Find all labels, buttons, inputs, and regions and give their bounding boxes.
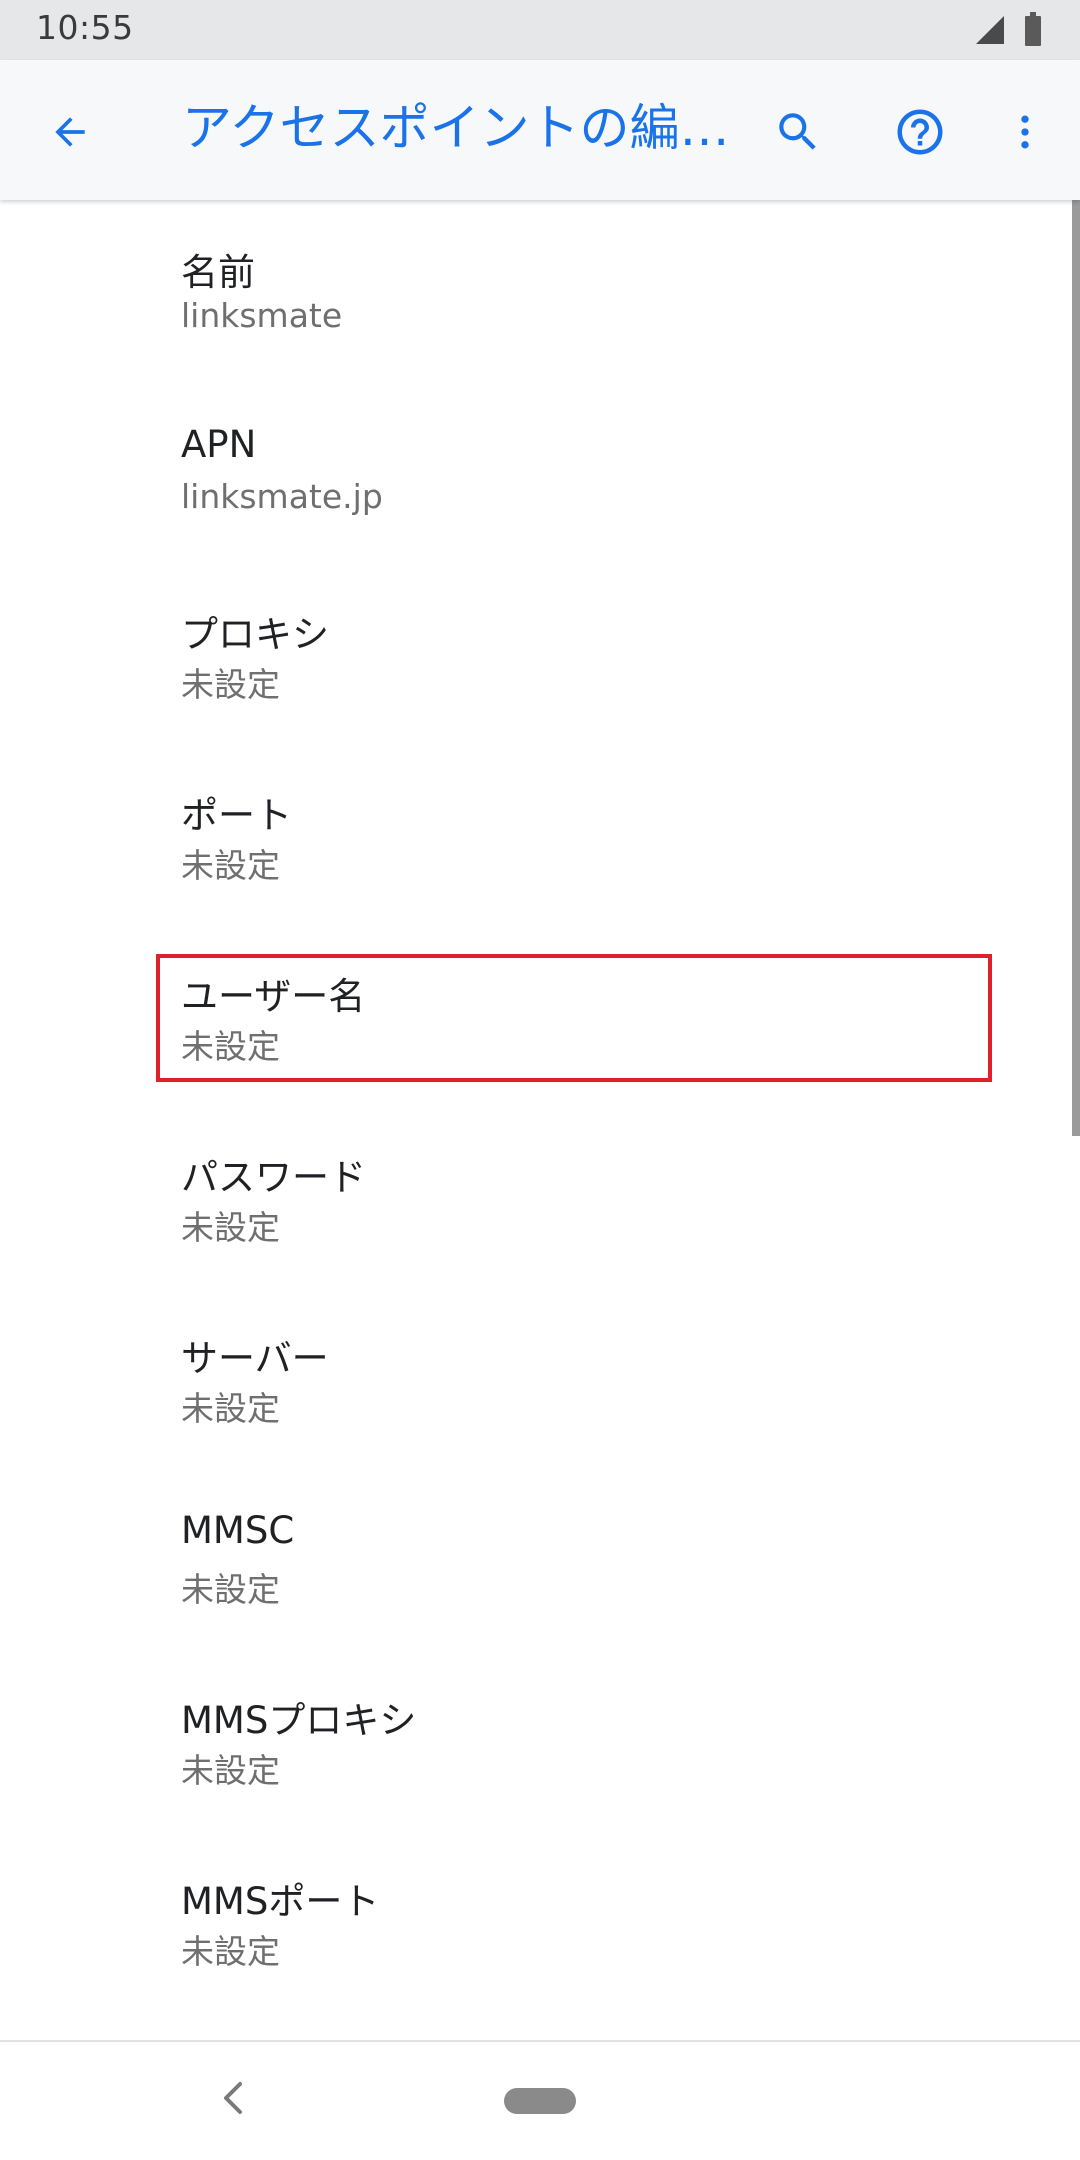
item-summary: linksmate.jp bbox=[181, 477, 383, 516]
list-item-mms-proxy[interactable]: MMSプロキシ 未設定 bbox=[0, 1648, 1072, 1829]
list-item-server[interactable]: サーバー 未設定 bbox=[0, 1286, 1072, 1467]
item-summary: 未設定 bbox=[181, 1932, 280, 1971]
list-item-apn[interactable]: APN linksmate.jp bbox=[0, 381, 1072, 562]
item-summary: 未設定 bbox=[181, 665, 280, 704]
back-button[interactable] bbox=[38, 100, 102, 164]
system-nav-bar bbox=[0, 2042, 1080, 2160]
list-item-name[interactable]: 名前 linksmate bbox=[0, 200, 1072, 381]
apn-edit-screen: 10:55 アクセスポイントの編… 名前 linksmate APN links… bbox=[0, 0, 1080, 2160]
cellular-signal-icon bbox=[976, 16, 1004, 44]
nav-back-icon[interactable] bbox=[218, 2078, 248, 2118]
item-summary: 未設定 bbox=[181, 1208, 280, 1247]
item-title: APN bbox=[181, 423, 257, 466]
page-title: アクセスポイントの編… bbox=[182, 99, 730, 157]
list-item-port[interactable]: ポート 未設定 bbox=[0, 743, 1072, 924]
item-title: 名前 bbox=[181, 251, 255, 294]
list-item-mmsc[interactable]: MMSC 未設定 bbox=[0, 1467, 1072, 1648]
more-vert-icon bbox=[1021, 115, 1029, 149]
status-time: 10:55 bbox=[36, 8, 134, 47]
item-title: MMSポート bbox=[181, 1880, 380, 1923]
more-options-button[interactable] bbox=[1000, 100, 1050, 164]
nav-home-pill-icon[interactable] bbox=[504, 2088, 576, 2114]
item-summary: 未設定 bbox=[181, 1570, 280, 1609]
help-icon bbox=[897, 109, 943, 155]
item-title: MMSプロキシ bbox=[181, 1699, 417, 1742]
arrow-back-icon bbox=[55, 117, 85, 147]
item-title: パスワード bbox=[181, 1156, 366, 1199]
battery-icon bbox=[1025, 12, 1041, 46]
apn-settings-list: 名前 linksmate APN linksmate.jp プロキシ 未設定 ポ… bbox=[0, 200, 1080, 2040]
item-summary: 未設定 bbox=[181, 846, 280, 885]
item-summary: linksmate bbox=[181, 296, 343, 335]
search-button[interactable] bbox=[766, 100, 830, 164]
item-title: ポート bbox=[181, 794, 292, 837]
list-item-password[interactable]: パスワード 未設定 bbox=[0, 1105, 1072, 1286]
scrollbar[interactable] bbox=[1072, 200, 1080, 1136]
item-title: プロキシ bbox=[181, 613, 329, 656]
item-summary: 未設定 bbox=[181, 1751, 280, 1790]
help-button[interactable] bbox=[888, 100, 952, 164]
list-item-proxy[interactable]: プロキシ 未設定 bbox=[0, 562, 1072, 743]
app-bar: アクセスポイントの編… bbox=[0, 60, 1080, 200]
search-icon bbox=[779, 113, 816, 150]
item-title: サーバー bbox=[181, 1337, 329, 1380]
item-title: MMSC bbox=[181, 1509, 295, 1552]
list-item-mms-port[interactable]: MMSポート 未設定 bbox=[0, 1829, 1072, 2010]
status-bar: 10:55 bbox=[0, 0, 1080, 60]
item-summary: 未設定 bbox=[181, 1389, 280, 1428]
highlight-box-username bbox=[156, 954, 992, 1082]
